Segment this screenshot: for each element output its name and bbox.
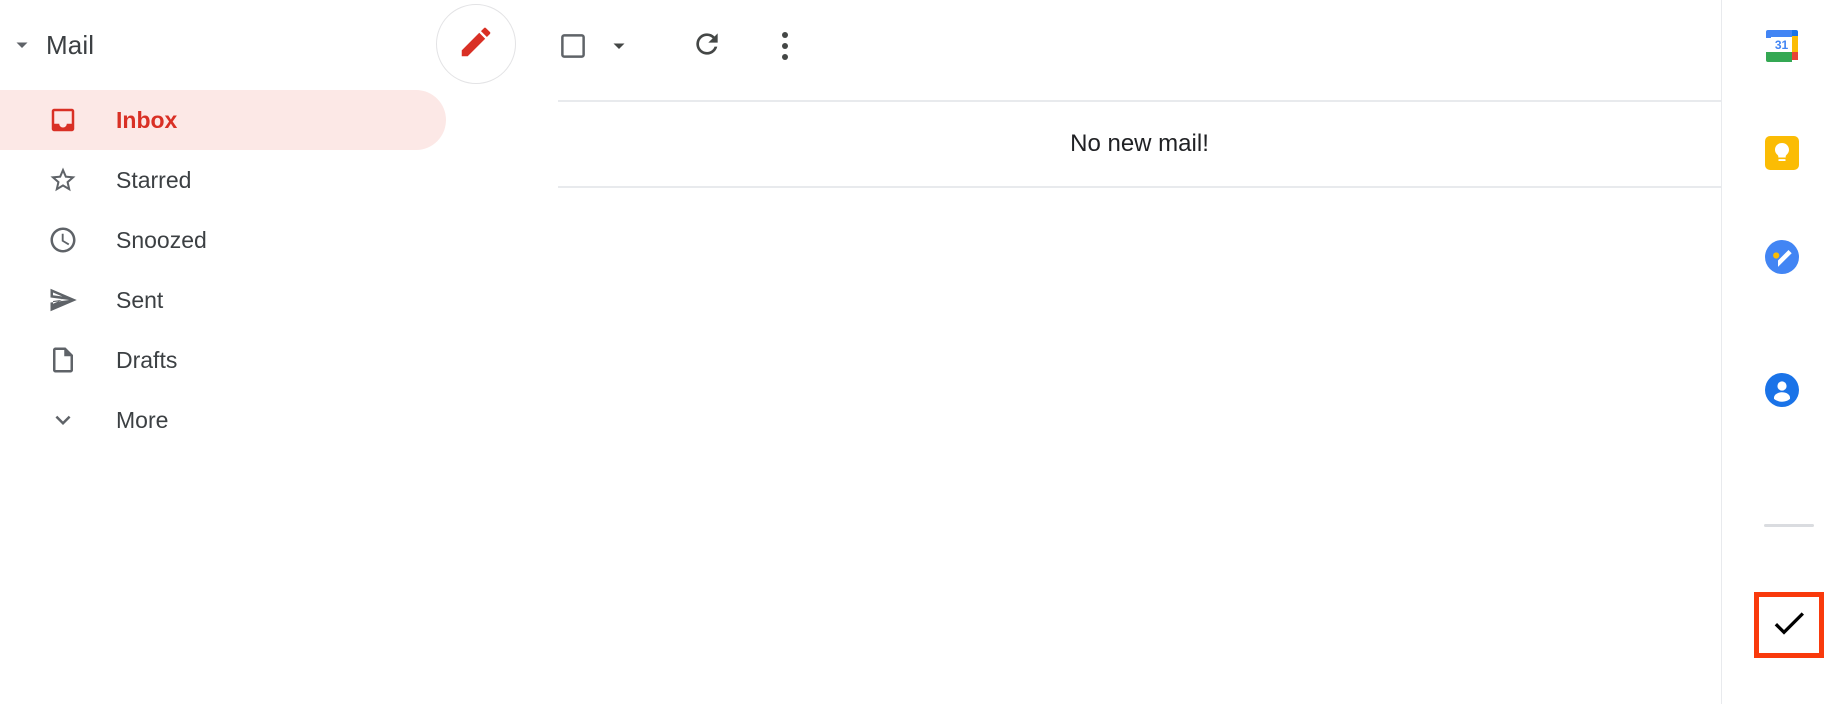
refresh-icon: [691, 28, 723, 65]
sidebar-item-label: More: [116, 406, 169, 433]
caret-down-icon[interactable]: [8, 31, 36, 59]
caret-down-icon[interactable]: [602, 29, 636, 63]
sidebar-item-sent[interactable]: Sent: [0, 270, 446, 330]
sidebar-nav: Inbox Starred Snoozed Sent Drafts More: [0, 90, 528, 450]
google-keep-icon: [1762, 133, 1802, 178]
side-panel-contacts[interactable]: [1758, 368, 1806, 416]
more-vertical-icon: [782, 32, 788, 60]
compose-button[interactable]: [436, 4, 516, 84]
left-sidebar: Mail Inbox Starred Snoozed Sent Drafts M…: [0, 0, 528, 704]
document-icon: [46, 343, 80, 377]
chevron-down-icon: [46, 403, 80, 437]
empty-mailbox-message: No new mail!: [1070, 130, 1209, 157]
clock-icon: [46, 223, 80, 257]
gmail-window: Mail Inbox Starred Snoozed Sent Drafts M…: [0, 0, 1842, 704]
rail-divider: [1764, 524, 1814, 527]
sidebar-item-drafts[interactable]: Drafts: [0, 330, 446, 390]
star-outline-icon: [46, 163, 80, 197]
sidebar-item-more[interactable]: More: [0, 390, 446, 450]
sidebar-item-label: Snoozed: [116, 226, 207, 253]
more-options-button[interactable]: [762, 23, 808, 69]
page-title: Mail: [46, 30, 95, 60]
google-contacts-icon: [1762, 370, 1802, 415]
mail-toolbar: [528, 0, 1721, 92]
side-panel-keep[interactable]: [1758, 131, 1806, 179]
sidebar-item-label: Starred: [116, 166, 192, 193]
inbox-icon: [46, 103, 80, 137]
side-panel-tasks[interactable]: [1758, 235, 1806, 283]
side-panel-checkmark-highlighted[interactable]: [1754, 592, 1824, 658]
sidebar-item-label: Sent: [116, 286, 164, 313]
google-calendar-icon: 31: [1762, 26, 1802, 71]
send-icon: [46, 283, 80, 317]
sidebar-item-snoozed[interactable]: Snoozed: [0, 210, 446, 270]
google-tasks-icon: [1762, 237, 1802, 282]
sidebar-item-label: Inbox: [116, 106, 178, 133]
svg-text:31: 31: [1775, 38, 1789, 52]
checkmark-icon: [1769, 603, 1809, 648]
side-panel-rail: 31: [1721, 0, 1842, 704]
sidebar-item-inbox[interactable]: Inbox: [0, 90, 446, 150]
pencil-compose-icon: [457, 23, 495, 66]
refresh-button[interactable]: [684, 23, 730, 69]
side-panel-calendar[interactable]: 31: [1758, 24, 1806, 72]
checkbox-unchecked-icon[interactable]: [550, 23, 596, 69]
sidebar-item-starred[interactable]: Starred: [0, 150, 446, 210]
empty-mailbox-band: No new mail!: [558, 100, 1721, 188]
sidebar-item-label: Drafts: [116, 346, 178, 373]
select-all-control[interactable]: [550, 23, 636, 69]
main-content: No new mail!: [528, 0, 1721, 704]
